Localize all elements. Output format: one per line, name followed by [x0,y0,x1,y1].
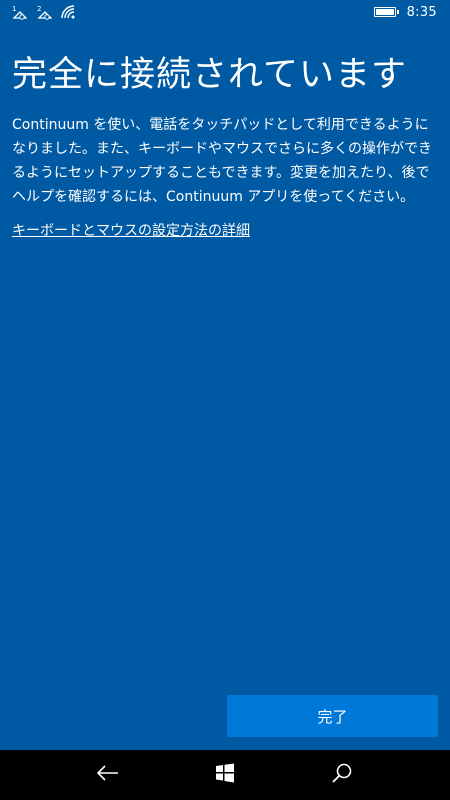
page-description: Continuum を使い、電話をタッチパッドとして利用できるようになりました。… [12,117,432,205]
status-bar: 1 2 8:35 [0,0,450,26]
svg-text:1: 1 [12,5,16,13]
navigation-bar [0,750,450,800]
back-icon [96,765,119,785]
search-icon [332,763,352,787]
wifi-icon [60,4,76,20]
continuum-connected-screen: 1 2 8:35 完全に接続されています Continuum を使い、電話をタッ… [0,0,450,800]
keyboard-mouse-help-link[interactable]: キーボードとマウスの設定方法の詳細 [12,221,250,241]
status-time: 8:35 [406,5,437,20]
battery-level [376,9,394,15]
search-button[interactable] [312,750,372,800]
battery-icon [374,7,399,17]
windows-start-icon [215,763,235,787]
page-title: 完全に接続されています [12,55,407,95]
back-button[interactable] [78,750,138,800]
sim1-no-signal-icon: 1 [11,4,27,20]
done-button[interactable]: 完了 [227,695,438,737]
sim2-no-signal-icon: 2 [36,4,52,20]
start-button[interactable] [195,750,255,800]
svg-text:2: 2 [37,5,41,13]
